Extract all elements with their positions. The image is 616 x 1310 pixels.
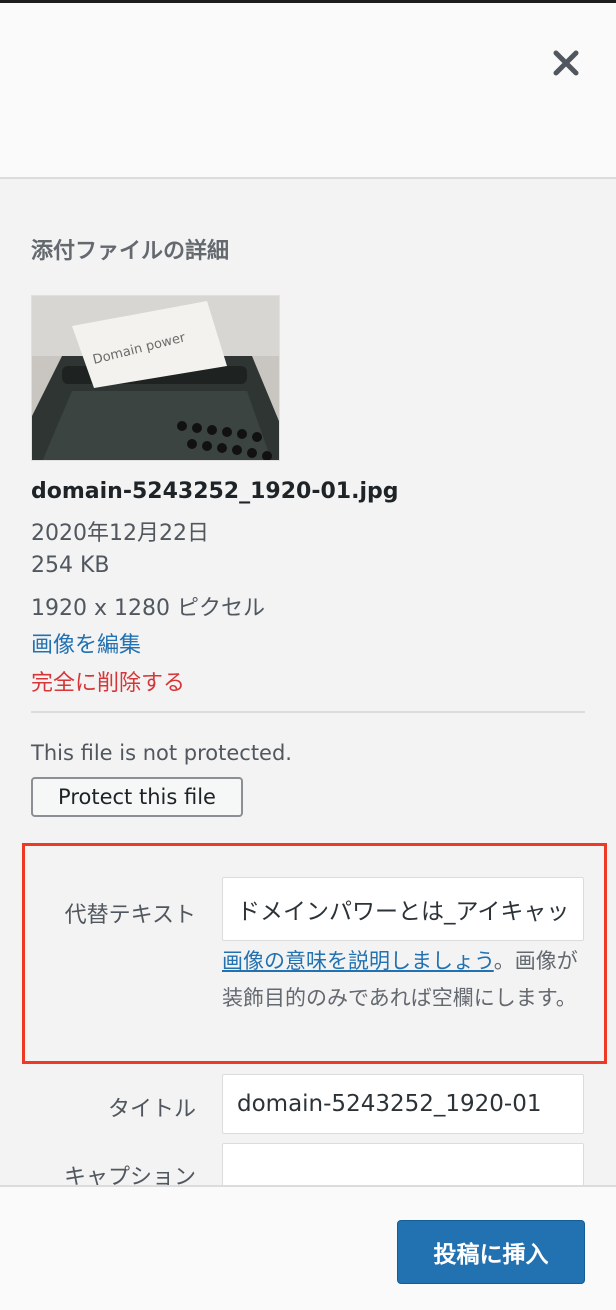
alt-text-help-link[interactable]: 画像の意味を説明しましょう: [222, 949, 494, 973]
edit-image-link[interactable]: 画像を編集: [31, 627, 141, 659]
upload-date: 2020年12月22日: [31, 521, 209, 546]
alt-text-help-punct: 。: [493, 949, 515, 973]
close-button[interactable]: [548, 45, 584, 81]
insert-into-post-button[interactable]: 投稿に挿入: [397, 1220, 585, 1284]
title-label: タイトル: [107, 1097, 196, 1122]
title-input[interactable]: [222, 1074, 584, 1134]
attachment-details-sidebar[interactable]: 添付ファイルの詳細 Domain power domain-5243252_19…: [0, 181, 616, 1185]
protection-status: This file is not protected.: [31, 741, 292, 765]
close-icon: [553, 50, 579, 76]
typewriter-image: Domain power: [32, 296, 279, 460]
file-name: domain-5243252_1920-01.jpg: [31, 479, 399, 504]
file-size: 254 KB: [31, 553, 110, 578]
alt-text-input[interactable]: [222, 877, 584, 941]
protect-file-button[interactable]: Protect this file: [31, 777, 243, 817]
attachment-thumbnail: Domain power: [31, 295, 280, 461]
alt-text-label: 代替テキスト: [64, 903, 196, 928]
divider: [31, 711, 585, 713]
image-dimensions: 1920 x 1280 ピクセル: [31, 596, 265, 621]
modal-header: [0, 3, 616, 179]
alt-text-help: 画像の意味を説明しましょう。画像が装飾目的のみであれば空欄にします。: [222, 943, 584, 1017]
caption-label: キャプション: [63, 1165, 196, 1185]
section-title: 添付ファイルの詳細: [31, 239, 230, 264]
modal-footer: 投稿に挿入: [0, 1185, 616, 1310]
delete-permanently-link[interactable]: 完全に削除する: [31, 665, 185, 697]
caption-textarea[interactable]: [222, 1143, 584, 1185]
